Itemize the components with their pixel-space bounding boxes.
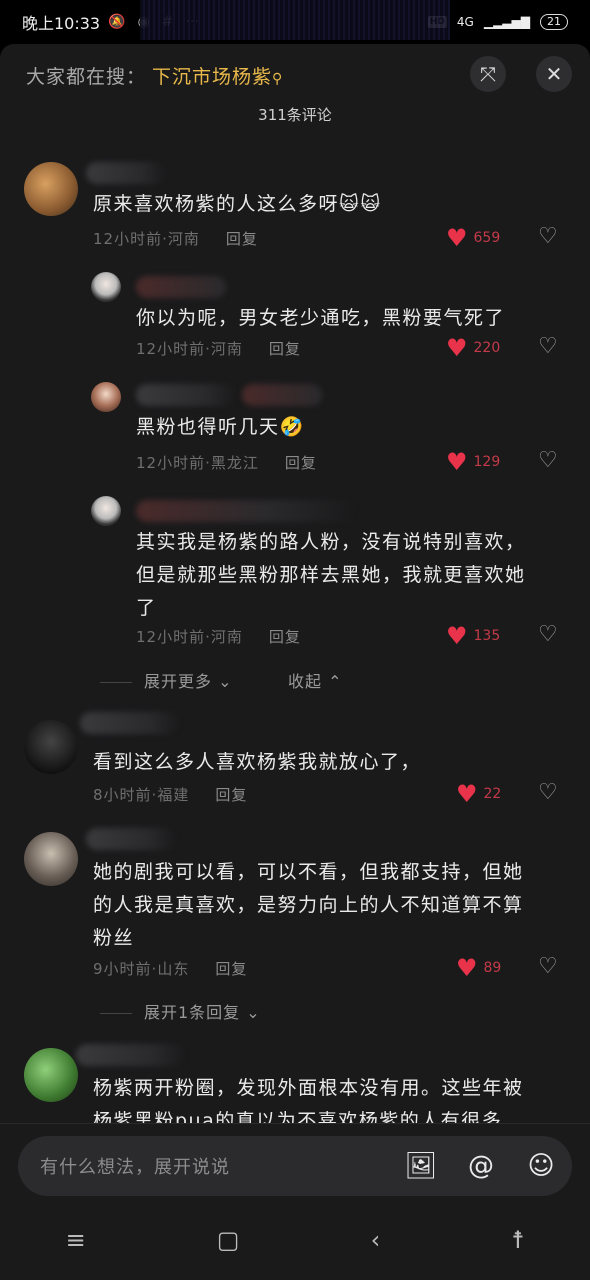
emoji-button[interactable]: ☺	[524, 1149, 558, 1183]
emoji-icon: ☺	[527, 1151, 555, 1181]
home-icon[interactable]: ▢	[217, 1226, 240, 1254]
mention-button[interactable]: @	[464, 1149, 498, 1183]
status-bar: 晚上10:33 🔕 ◉ # ··· HD 4G ▁▂▃▅▇ 21	[0, 0, 590, 44]
comments-sheet: 大家都在搜： 下沉市场杨紫⚲ ⤧ ✕ 311条评论 原来喜欢杨紫的人这么多呀🙀🙀 …	[0, 44, 590, 1280]
menu-icon[interactable]: ≡	[66, 1226, 86, 1254]
network-label: 4G	[456, 15, 474, 29]
image-button[interactable]: 🖼	[404, 1149, 438, 1183]
comment-input[interactable]: 有什么想法，展开说说 🖼 @ ☺	[18, 1136, 572, 1196]
signal-icon: ▁▂▃▅▇	[483, 15, 530, 29]
mute-icon: 🔕	[108, 14, 126, 30]
username-blurred[interactable]	[76, 1044, 186, 1066]
battery-indicator: 21	[540, 14, 568, 30]
accessibility-icon[interactable]: ☨	[511, 1226, 524, 1254]
notch-overlay	[140, 0, 450, 40]
avatar[interactable]	[24, 1048, 78, 1102]
at-icon: @	[468, 1151, 494, 1181]
status-time: 晚上10:33	[22, 14, 101, 33]
comment-input-placeholder: 有什么想法，展开说说	[40, 1157, 230, 1178]
back-icon[interactable]: ‹	[371, 1226, 381, 1254]
comment-item: 杨紫两开粉圈，发现外面根本没有用。这些年被 杨紫黑粉pua的真以为不喜欢杨紫的人…	[0, 44, 590, 1137]
system-nav-bar: ≡ ▢ ‹ ☨	[0, 1210, 590, 1270]
image-icon: 🖼	[404, 1151, 438, 1181]
